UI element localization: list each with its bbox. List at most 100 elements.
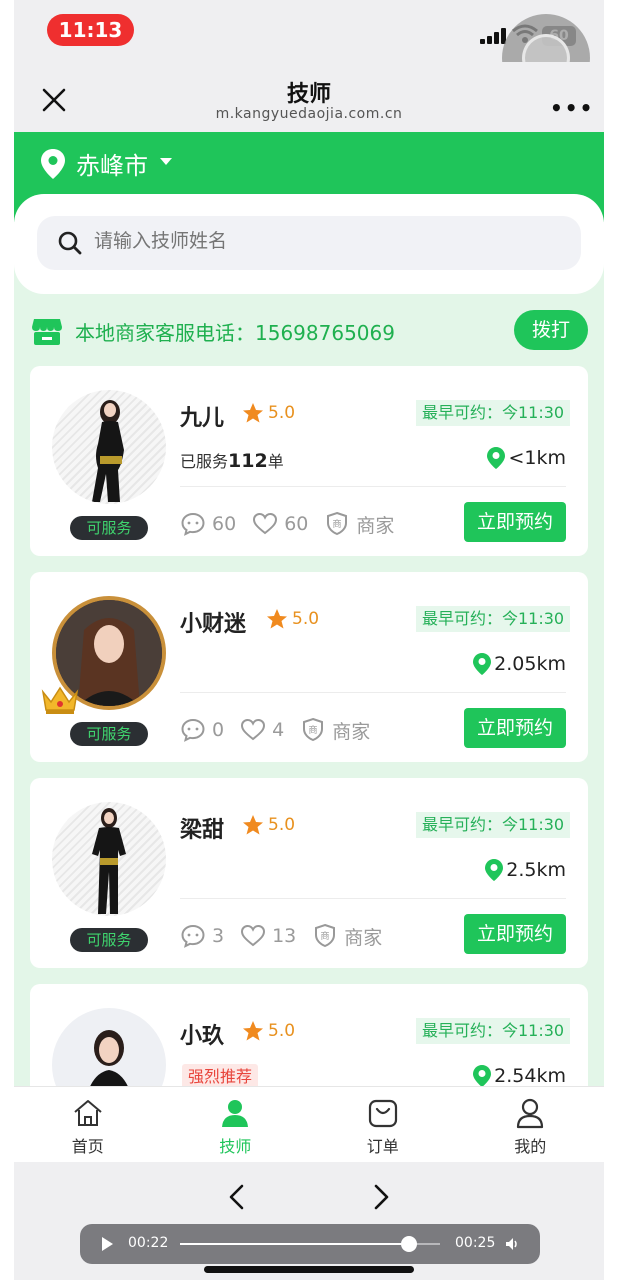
technician-avatar[interactable] <box>52 802 166 916</box>
earliest-time: 最早可约：今11:30 <box>416 606 571 632</box>
likes-count: 60 <box>284 513 309 535</box>
location-pin-icon <box>41 149 65 179</box>
bottom-tab-bar: 首页 技师 订单 我的 <box>14 1086 604 1162</box>
technician-stats: 3 13 商 商家 <box>180 921 398 951</box>
play-icon[interactable] <box>102 1237 113 1251</box>
rating-value: 5.0 <box>292 609 320 629</box>
caret-down-icon[interactable] <box>160 158 172 165</box>
technician-name: 小财迷 <box>180 612 247 637</box>
earliest-time: 最早可约：今11:30 <box>416 812 571 838</box>
merchant-stat: 商 商家 <box>312 923 382 950</box>
search-icon <box>58 231 82 255</box>
video-progress-bar[interactable] <box>180 1236 440 1252</box>
city-selector[interactable]: 赤峰市 <box>76 146 148 181</box>
video-current-time: 00:22 <box>128 1235 169 1251</box>
comments-stat[interactable]: 3 <box>180 923 224 949</box>
video-progress-knob[interactable] <box>400 1236 417 1252</box>
comments-stat[interactable]: 60 <box>180 511 236 537</box>
shop-icon <box>32 319 62 345</box>
dial-button[interactable]: 拨打 <box>514 310 588 350</box>
distance: 2.54km <box>472 1064 566 1088</box>
forward-arrow-icon[interactable] <box>368 1182 394 1212</box>
earliest-time: 最早可约：今11:30 <box>416 1018 571 1044</box>
distance-value: <1km <box>508 447 566 469</box>
tab-technician[interactable]: 技师 <box>162 1087 310 1162</box>
merchant-shield-icon: 商 <box>315 923 336 948</box>
divider <box>180 898 566 899</box>
technician-name: 小玖 <box>180 1024 225 1049</box>
distance-value: 2.05km <box>494 653 566 675</box>
location-pin-icon <box>473 1065 492 1087</box>
comment-icon <box>181 924 205 948</box>
tab-orders[interactable]: 订单 <box>309 1087 457 1162</box>
star-icon <box>243 1021 263 1041</box>
tab-label: 我的 <box>514 1137 547 1156</box>
merchant-label: 商家 <box>356 514 395 537</box>
svg-text:商: 商 <box>321 930 330 942</box>
served-number: 112 <box>228 450 268 472</box>
video-controls: 00:22 00:25 <box>80 1224 540 1264</box>
comments-count: 3 <box>212 925 225 947</box>
status-badge: 可服务 <box>70 928 148 952</box>
back-arrow-icon[interactable] <box>224 1182 250 1212</box>
video-progress-fill <box>180 1243 409 1245</box>
volume-icon[interactable] <box>504 1236 520 1252</box>
person-icon <box>222 1100 249 1127</box>
technician-card[interactable]: 可服务 梁甜 5.0 最早可约：今11:30 2.5km 3 13 商 商家 立… <box>30 778 588 968</box>
distance-value: 2.5km <box>506 859 566 881</box>
distance: 2.05km <box>472 652 566 676</box>
location-pin-icon <box>473 653 492 675</box>
book-now-button[interactable]: 立即预约 <box>464 914 566 954</box>
heart-icon <box>241 718 266 741</box>
likes-count: 4 <box>272 719 285 741</box>
merchant-label: 商家 <box>332 720 371 743</box>
tab-label: 技师 <box>219 1137 252 1156</box>
search-input[interactable] <box>94 230 534 252</box>
tab-mine[interactable]: 我的 <box>457 1087 605 1162</box>
book-now-button[interactable]: 立即预约 <box>464 708 566 748</box>
merchant-shield-icon: 商 <box>303 717 324 742</box>
book-now-button[interactable]: 立即预约 <box>464 502 566 542</box>
svg-text:商: 商 <box>333 518 342 530</box>
technician-avatar[interactable] <box>52 390 166 504</box>
home-icon <box>74 1100 102 1126</box>
search-box[interactable] <box>37 216 581 270</box>
technician-stats: 0 4 商 商家 <box>180 715 386 745</box>
likes-count: 13 <box>272 925 297 947</box>
status-bar: 11:13 60 <box>14 0 604 102</box>
likes-stat[interactable]: 13 <box>240 923 296 949</box>
technician-card[interactable]: 可服务 小财迷 5.0 最早可约：今11:30 2.05km 0 4 商 商家 … <box>30 572 588 762</box>
technician-name: 九儿 <box>180 406 225 431</box>
page-url: m.kangyuedaojia.com.cn <box>215 106 403 122</box>
merchant-stat: 商 商家 <box>324 511 394 538</box>
location-pin-icon <box>485 859 504 881</box>
likes-stat[interactable]: 60 <box>252 511 308 537</box>
tab-label: 订单 <box>366 1137 399 1156</box>
served-count: 已服务112单 <box>180 448 284 472</box>
rating-value: 5.0 <box>268 403 296 423</box>
divider <box>180 486 566 487</box>
distance: <1km <box>486 446 566 470</box>
merchant-shield-icon: 商 <box>327 511 348 536</box>
served-prefix: 已服务 <box>180 452 229 471</box>
browser-nav-bar: 技师 m.kangyuedaojia.com.cn ••• <box>14 62 604 132</box>
heart-icon <box>241 924 266 947</box>
technician-card[interactable]: 可服务 九儿 5.0 最早可约：今11:30 已服务112单 <1km 60 6… <box>30 366 588 556</box>
comment-icon <box>181 718 205 742</box>
comments-count: 0 <box>212 719 225 741</box>
likes-stat[interactable]: 4 <box>240 717 284 743</box>
svg-text:商: 商 <box>309 724 318 736</box>
served-suffix: 单 <box>267 452 284 471</box>
comments-count: 60 <box>212 513 237 535</box>
heart-icon <box>253 512 278 535</box>
comment-icon <box>181 512 205 536</box>
status-badge: 可服务 <box>70 516 148 540</box>
comments-stat[interactable]: 0 <box>180 717 224 743</box>
distance-value: 2.54km <box>494 1065 566 1087</box>
technician-name: 梁甜 <box>180 818 225 843</box>
more-options-icon[interactable]: ••• <box>550 96 594 120</box>
service-phone-text: 本地商家客服电话：15698765069 <box>75 321 395 345</box>
tab-home[interactable]: 首页 <box>14 1087 162 1162</box>
merchant-label: 商家 <box>344 926 383 949</box>
video-total-time: 00:25 <box>455 1235 496 1251</box>
